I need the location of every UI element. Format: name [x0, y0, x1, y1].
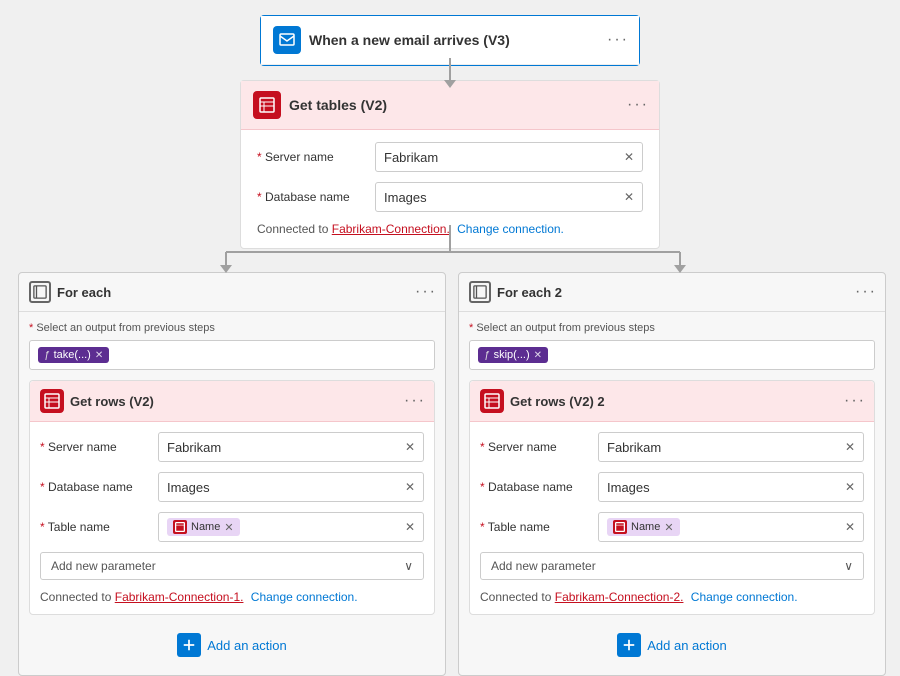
- connection-name-link[interactable]: Fabrikam-Connection.: [332, 222, 450, 236]
- f1-server-label: * Server name: [40, 440, 150, 454]
- get-tables-menu-btn[interactable]: ···: [627, 97, 649, 113]
- foreach1-get-rows-header: Get rows (V2) ···: [30, 381, 434, 422]
- foreach2-title: For each 2: [497, 285, 875, 300]
- server-clear-btn[interactable]: ✕: [624, 150, 634, 164]
- f1-table-label: * Table name: [40, 520, 150, 534]
- database-value: Images: [384, 190, 427, 205]
- f2-table-label: * Table name: [480, 520, 590, 534]
- get-tables-card: Get tables (V2) ··· * Server name Fabrik…: [240, 80, 660, 249]
- f2-db-clear[interactable]: ✕: [845, 480, 855, 494]
- f1-table-clear[interactable]: ✕: [405, 520, 415, 534]
- change-connection-link[interactable]: Change connection.: [457, 222, 564, 236]
- foreach1-add-action-label: Add an action: [207, 638, 287, 653]
- foreach2-add-action-btn[interactable]: Add an action: [469, 625, 875, 665]
- f2-table-input[interactable]: Name ✕ ✕: [598, 512, 864, 542]
- foreach1-add-action-icon: [177, 633, 201, 657]
- foreach2-output-row[interactable]: ƒ skip(...) ✕: [469, 340, 875, 370]
- f1-table-tag-remove[interactable]: ✕: [224, 521, 233, 534]
- database-label: * Database name: [257, 190, 367, 204]
- foreach2-header: For each 2 ···: [459, 273, 885, 312]
- foreach2-tag: ƒ skip(...) ✕: [478, 347, 548, 363]
- foreach2-add-action-icon: [617, 633, 641, 657]
- f1-db-label: * Database name: [40, 480, 150, 494]
- f1-add-param[interactable]: Add new parameter ∨: [40, 552, 424, 580]
- foreach2-menu-btn[interactable]: ···: [855, 284, 877, 300]
- foreach2-get-rows-menu[interactable]: ···: [844, 393, 866, 409]
- connection-info: Connected to Fabrikam-Connection. Change…: [257, 222, 643, 236]
- f1-table-mini-icon: [173, 520, 187, 534]
- f2-table-mini-icon: [613, 520, 627, 534]
- server-value: Fabrikam: [384, 150, 438, 165]
- f2-connection-name[interactable]: Fabrikam-Connection-2.: [555, 590, 684, 604]
- foreach2-get-rows-icon: [480, 389, 504, 413]
- get-tables-title: Get tables (V2): [289, 97, 647, 113]
- database-input[interactable]: Images ✕: [375, 182, 643, 212]
- trigger-card: When a new email arrives (V3) ···: [260, 15, 640, 66]
- foreach1-container: For each ··· * Select an output from pre…: [18, 272, 446, 676]
- f1-connection-name[interactable]: Fabrikam-Connection-1.: [115, 590, 244, 604]
- foreach1-get-rows-icon: [40, 389, 64, 413]
- foreach1-get-rows-card: Get rows (V2) ··· * Server name Fabrikam…: [29, 380, 435, 615]
- foreach1-output-label: * Select an output from previous steps: [29, 322, 435, 334]
- f1-change-connection[interactable]: Change connection.: [251, 590, 358, 604]
- f2-connection-info: Connected to Fabrikam-Connection-2. Chan…: [480, 590, 864, 604]
- f2-table-tag-remove[interactable]: ✕: [664, 521, 673, 534]
- f2-change-connection[interactable]: Change connection.: [691, 590, 798, 604]
- database-clear-btn[interactable]: ✕: [624, 190, 634, 204]
- foreach1-output-row[interactable]: ƒ take(...) ✕: [29, 340, 435, 370]
- foreach1-icon: [29, 281, 51, 303]
- foreach1-menu-btn[interactable]: ···: [415, 284, 437, 300]
- trigger-title: When a new email arrives (V3): [309, 32, 627, 48]
- f2-db-input[interactable]: Images ✕: [598, 472, 864, 502]
- foreach2-get-rows-card: Get rows (V2) 2 ··· * Server name Fabrik…: [469, 380, 875, 615]
- foreach1-get-rows-menu[interactable]: ···: [404, 393, 426, 409]
- f2-db-label: * Database name: [480, 480, 590, 494]
- foreach1-title: For each: [57, 285, 435, 300]
- server-input[interactable]: Fabrikam ✕: [375, 142, 643, 172]
- f1-db-input[interactable]: Images ✕: [158, 472, 424, 502]
- trigger-menu-btn[interactable]: ···: [607, 32, 629, 48]
- f1-server-clear[interactable]: ✕: [405, 440, 415, 454]
- foreach1-tag: ƒ take(...) ✕: [38, 347, 109, 363]
- foreach2-add-action-label: Add an action: [647, 638, 727, 653]
- f2-server-label: * Server name: [480, 440, 590, 454]
- foreach2-get-rows-title: Get rows (V2) 2: [510, 394, 864, 409]
- foreach2-container: For each 2 ··· * Select an output from p…: [458, 272, 886, 676]
- foreach2-icon: [469, 281, 491, 303]
- foreach1-tag-remove[interactable]: ✕: [95, 350, 103, 361]
- foreach2-get-rows-header: Get rows (V2) 2 ···: [470, 381, 874, 422]
- f1-server-input[interactable]: Fabrikam ✕: [158, 432, 424, 462]
- server-label: * Server name: [257, 150, 367, 164]
- foreach2-tag-remove[interactable]: ✕: [534, 350, 542, 361]
- f1-table-tag: Name ✕: [167, 518, 240, 536]
- f1-connection-info: Connected to Fabrikam-Connection-1. Chan…: [40, 590, 424, 604]
- f2-table-clear[interactable]: ✕: [845, 520, 855, 534]
- f1-table-input[interactable]: Name ✕ ✕: [158, 512, 424, 542]
- trigger-icon: [273, 26, 301, 54]
- f1-db-clear[interactable]: ✕: [405, 480, 415, 494]
- f2-add-param[interactable]: Add new parameter ∨: [480, 552, 864, 580]
- foreach1-get-rows-title: Get rows (V2): [70, 394, 424, 409]
- f2-server-clear[interactable]: ✕: [845, 440, 855, 454]
- foreach1-add-action-btn[interactable]: Add an action: [29, 625, 435, 665]
- foreach2-output-label: * Select an output from previous steps: [469, 322, 875, 334]
- foreach1-header: For each ···: [19, 273, 445, 312]
- f2-table-tag: Name ✕: [607, 518, 680, 536]
- get-tables-icon: [253, 91, 281, 119]
- f2-server-input[interactable]: Fabrikam ✕: [598, 432, 864, 462]
